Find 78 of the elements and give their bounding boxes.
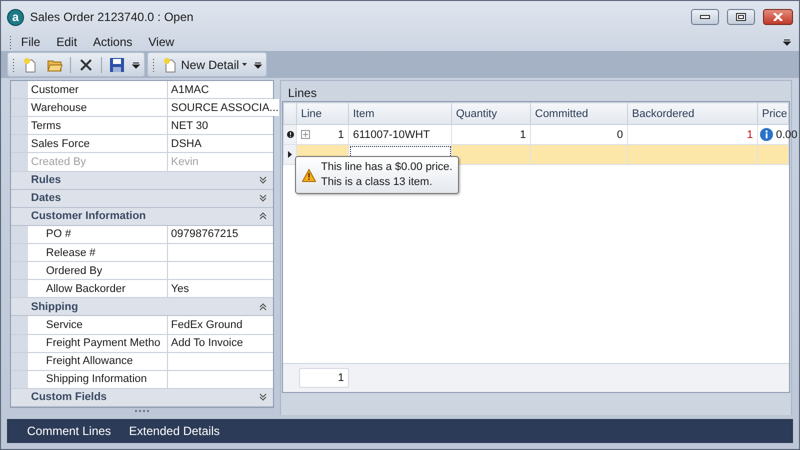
section-header[interactable]: Dates xyxy=(11,190,273,208)
column-header[interactable]: Price xyxy=(758,102,788,124)
table-cell: 1 xyxy=(338,128,344,140)
maximize-icon xyxy=(736,13,746,21)
collapse-icon[interactable] xyxy=(259,302,267,311)
field-value[interactable]: NET 30 xyxy=(168,117,273,134)
delete-icon[interactable] xyxy=(78,56,94,72)
menu-item[interactable]: View xyxy=(141,34,182,50)
minimize-button[interactable] xyxy=(691,9,719,25)
field-value[interactable]: SOURCE ASSOCIA... xyxy=(168,99,279,116)
field-label: Customer xyxy=(28,81,168,98)
field-label: Freight Allowance xyxy=(28,352,168,370)
overflow-icon[interactable] xyxy=(254,60,262,70)
panel-title: Lines xyxy=(287,85,318,101)
save-icon[interactable] xyxy=(109,56,125,72)
column-header[interactable]: Quantity xyxy=(452,102,530,124)
field-value[interactable] xyxy=(168,352,273,370)
column-header[interactable]: Backordered xyxy=(628,102,758,124)
column-header[interactable]: Committed xyxy=(530,102,628,124)
field-value[interactable] xyxy=(168,244,273,262)
table-cell: 1 xyxy=(746,128,753,140)
caret-icon xyxy=(242,63,248,66)
field-label: Warehouse xyxy=(28,99,168,116)
expand-row-icon[interactable] xyxy=(301,130,310,139)
field-value[interactable]: FedEx Ground xyxy=(168,316,273,334)
table-cell: 0 xyxy=(616,128,623,140)
field-label: Terms xyxy=(28,117,168,134)
table-cell: 1 xyxy=(520,128,526,140)
splitter-grip-icon[interactable] xyxy=(135,410,149,413)
warning-icon xyxy=(302,168,316,182)
window-title: Sales Order 2123740.0 : Open xyxy=(30,10,194,24)
minimize-icon xyxy=(700,15,710,19)
field-value: Kevin xyxy=(168,153,273,171)
field-value[interactable]: DSHA xyxy=(168,135,273,152)
overflow-icon[interactable] xyxy=(783,37,791,47)
menu-item[interactable]: File xyxy=(14,34,48,50)
section-header[interactable]: Custom Fields xyxy=(11,388,273,407)
tooltip-text: This line has a $0.00 price. This is a class 13 item. xyxy=(321,160,452,190)
bottom-tab[interactable]: Comment Lines xyxy=(19,421,120,441)
section-header[interactable]: Shipping xyxy=(11,298,273,316)
expand-icon[interactable] xyxy=(259,393,267,402)
field-label: PO # xyxy=(28,226,168,243)
app-logo: a xyxy=(7,8,24,26)
field-label: Ordered By xyxy=(28,262,168,280)
table-cell: 611007-10WHT xyxy=(353,128,430,140)
new-document-icon[interactable] xyxy=(22,56,38,72)
expand-icon[interactable] xyxy=(259,176,267,184)
bottom-tab[interactable]: Extended Details xyxy=(121,421,228,441)
field-value[interactable]: A1MAC xyxy=(168,81,273,98)
menu-item[interactable]: Edit xyxy=(49,34,84,50)
row-count: 1 xyxy=(299,368,349,388)
field-value[interactable]: Add To Invoice xyxy=(168,334,273,352)
field-value[interactable] xyxy=(168,262,273,280)
close-icon xyxy=(773,13,783,21)
overflow-icon[interactable] xyxy=(132,60,140,70)
section-header[interactable]: Customer Information xyxy=(11,208,273,226)
field-value[interactable]: 09798767215 xyxy=(168,226,273,243)
collapse-icon[interactable] xyxy=(259,212,267,220)
field-label: Created By xyxy=(28,153,168,171)
field-value[interactable] xyxy=(168,370,273,388)
table-cell: 0.00 xyxy=(776,128,798,140)
field-label: Release # xyxy=(28,244,168,262)
maximize-button[interactable] xyxy=(727,9,755,25)
section-header[interactable]: Rules xyxy=(11,172,273,190)
current-row-icon xyxy=(288,151,292,158)
column-header[interactable]: Item xyxy=(348,102,452,124)
field-label: Freight Payment Metho xyxy=(28,334,168,352)
close-button[interactable] xyxy=(763,9,793,25)
field-label: Sales Force xyxy=(28,135,168,152)
menu-item[interactable]: Actions xyxy=(86,34,140,50)
field-label: Allow Backorder xyxy=(28,280,168,298)
new-detail-button[interactable]: New Detail xyxy=(160,54,250,74)
field-label: Shipping Information xyxy=(28,370,168,388)
field-label: Service xyxy=(28,316,168,334)
expand-icon[interactable] xyxy=(259,194,267,202)
new-document-icon xyxy=(162,56,178,72)
column-header[interactable]: Line xyxy=(296,102,348,124)
field-value[interactable]: Yes xyxy=(168,280,273,298)
